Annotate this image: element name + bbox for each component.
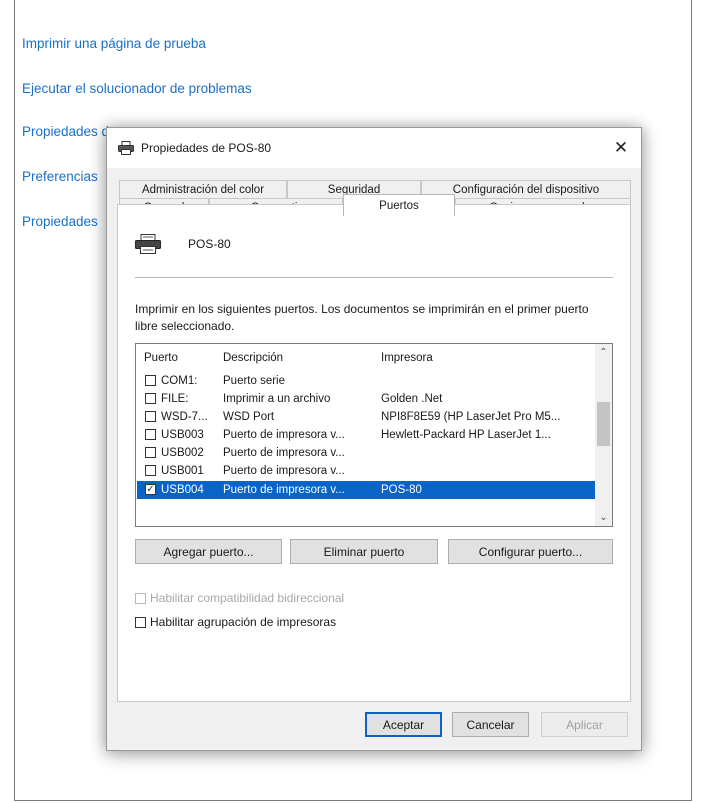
close-icon: ✕ xyxy=(613,138,629,157)
scroll-thumb[interactable] xyxy=(597,402,610,446)
dialog-title: Propiedades de POS-80 xyxy=(141,141,272,155)
printer-name: POS-80 xyxy=(188,237,231,251)
column-header-description[interactable]: Descripción xyxy=(223,352,283,364)
chevron-down-icon: ⌄ xyxy=(599,512,608,523)
add-port-button[interactable]: Agregar puerto... xyxy=(135,539,282,564)
port-checkbox[interactable] xyxy=(145,393,156,404)
port-row[interactable]: USB003 Puerto de impresora v... Hewlett-… xyxy=(137,426,595,444)
port-name: COM1: xyxy=(161,375,198,387)
checkbox-box xyxy=(135,593,146,604)
bidirectional-support-checkbox[interactable]: Habilitar compatibilidad bidireccional xyxy=(135,591,344,605)
cancel-button[interactable]: Cancelar xyxy=(452,712,529,737)
port-checkbox[interactable] xyxy=(145,465,156,476)
port-description: Puerto serie xyxy=(223,375,286,387)
port-printer: POS-80 xyxy=(381,484,422,496)
link-preferences[interactable]: Preferencias xyxy=(22,169,110,184)
port-description: Puerto de impresora v... xyxy=(223,429,345,441)
port-name: USB004 xyxy=(161,484,204,496)
link-print-test-page[interactable]: Imprimir una página de prueba xyxy=(22,36,206,51)
printer-properties-dialog: Propiedades de POS-80 ✕ Administración d… xyxy=(106,127,642,751)
configure-port-button[interactable]: Configurar puerto... xyxy=(448,539,613,564)
bidirectional-support-label: Habilitar compatibilidad bidireccional xyxy=(150,591,345,605)
ok-button[interactable]: Aceptar xyxy=(365,712,442,737)
port-name: FILE: xyxy=(161,393,189,405)
port-description: Imprimir a un archivo xyxy=(223,393,331,405)
printer-icon xyxy=(118,141,134,155)
dialog-titlebar: Propiedades de POS-80 ✕ xyxy=(107,128,641,168)
link-troubleshooter[interactable]: Ejecutar el solucionador de problemas xyxy=(22,81,252,96)
port-checkbox[interactable] xyxy=(145,375,156,386)
delete-port-button[interactable]: Eliminar puerto xyxy=(290,539,438,564)
port-description: Puerto de impresora v... xyxy=(223,447,345,459)
port-name: USB001 xyxy=(161,465,204,477)
printer-pooling-checkbox[interactable]: Habilitar agrupación de impresoras xyxy=(135,615,336,629)
ports-description: Imprimir en los siguientes puertos. Los … xyxy=(135,302,589,333)
scroll-down-button[interactable]: ⌄ xyxy=(595,509,612,526)
apply-button[interactable]: Aplicar xyxy=(541,712,628,737)
port-row[interactable]: USB002 Puerto de impresora v... xyxy=(137,444,595,462)
port-printer: Golden .Net xyxy=(381,393,443,405)
chevron-up-icon: ⌃ xyxy=(599,347,608,358)
column-header-port[interactable]: Puerto xyxy=(144,352,178,364)
column-header-printer[interactable]: Impresora xyxy=(381,352,433,364)
port-printer: NPI8F8E59 (HP LaserJet Pro M5... xyxy=(381,411,561,423)
printer-pooling-label: Habilitar agrupación de impresoras xyxy=(150,615,337,629)
tab-ports[interactable]: Puertos xyxy=(343,194,455,216)
port-checkbox[interactable] xyxy=(145,411,156,422)
port-printer: Hewlett-Packard HP LaserJet 1... xyxy=(381,429,551,441)
link-properties[interactable]: Propiedades xyxy=(22,214,110,229)
port-name: USB002 xyxy=(161,447,204,459)
ports-list[interactable]: Puerto Descripción Impresora COM1: Puert… xyxy=(135,343,613,527)
port-checkbox[interactable] xyxy=(145,429,156,440)
port-name: WSD-7... xyxy=(161,411,208,423)
port-row[interactable]: WSD-7... WSD Port NPI8F8E59 (HP LaserJet… xyxy=(137,408,595,426)
link-printer-properties[interactable]: Propiedades de impresora xyxy=(22,124,110,139)
port-name: USB003 xyxy=(161,429,204,441)
close-button[interactable]: ✕ xyxy=(601,128,641,168)
port-row[interactable]: FILE: Imprimir a un archivo Golden .Net xyxy=(137,390,595,408)
port-checkbox[interactable] xyxy=(145,447,156,458)
tab-color-management[interactable]: Administración del color xyxy=(119,180,287,198)
port-checkbox-checked[interactable]: ✓ xyxy=(145,484,156,495)
scroll-up-button[interactable]: ⌃ xyxy=(595,344,612,361)
checkbox-box xyxy=(135,617,146,628)
port-row[interactable]: USB001 Puerto de impresora v... xyxy=(137,462,595,480)
ports-scrollbar[interactable]: ⌃ ⌄ xyxy=(595,344,612,526)
printer-icon xyxy=(135,234,161,254)
ports-tab-panel: POS-80 Imprimir en los siguientes puerto… xyxy=(117,204,631,702)
port-row[interactable]: COM1: Puerto serie xyxy=(137,372,595,390)
port-description: Puerto de impresora v... xyxy=(223,484,345,496)
port-description: WSD Port xyxy=(223,411,275,423)
port-description: Puerto de impresora v... xyxy=(223,465,345,477)
port-row-selected[interactable]: ✓ USB004 Puerto de impresora v... POS-80 xyxy=(137,481,595,499)
separator xyxy=(135,277,613,278)
